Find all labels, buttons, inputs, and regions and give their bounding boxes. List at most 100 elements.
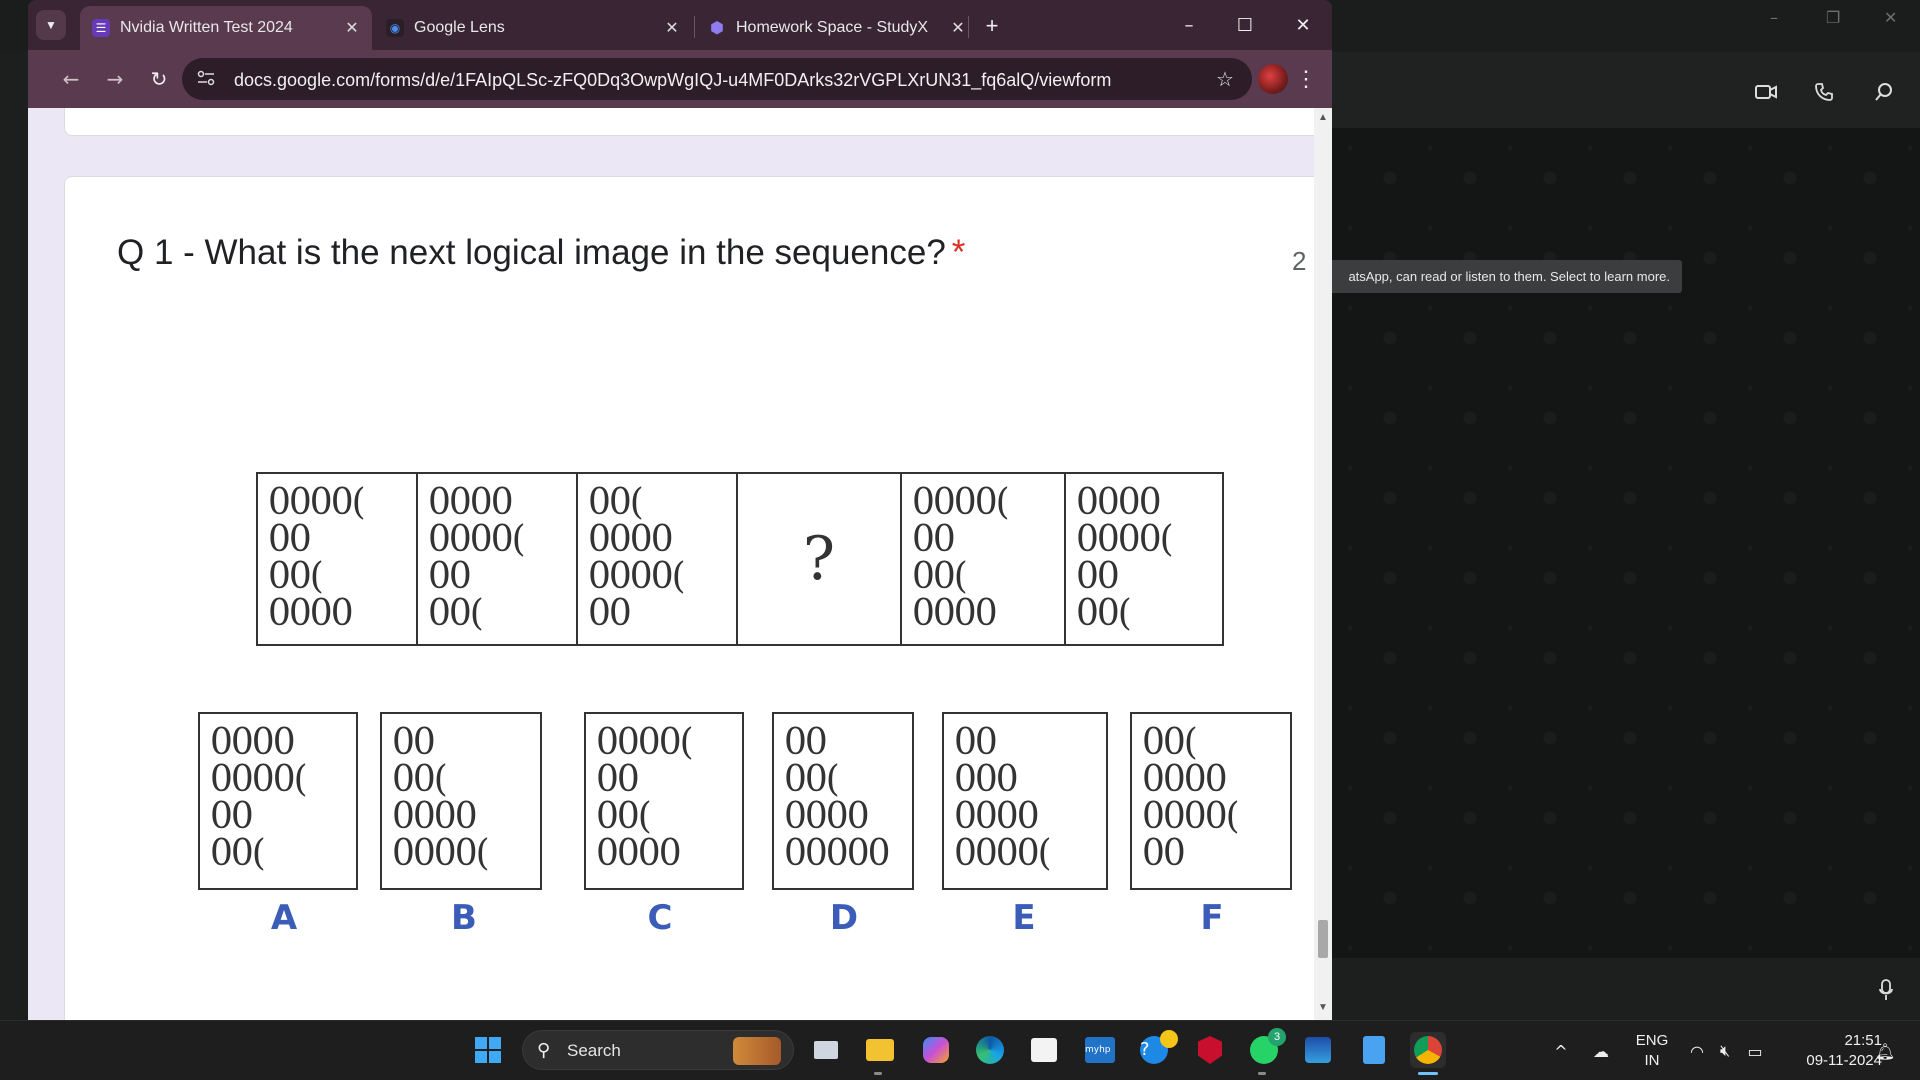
forward-arrow-icon[interactable]: → bbox=[100, 64, 130, 94]
whatsapp-minimize-icon[interactable]: – bbox=[1770, 8, 1778, 27]
clock-date[interactable]: 09-11-2024 bbox=[1782, 1052, 1882, 1069]
battery-icon[interactable]: ▭ bbox=[1744, 1040, 1766, 1062]
myhp-icon[interactable]: myhp bbox=[1082, 1032, 1118, 1068]
app-icon[interactable] bbox=[1300, 1032, 1336, 1068]
cell-pattern: 0000 0000( 00 00( bbox=[428, 482, 526, 634]
sequence-cell-6: 0000 0000( 00 00( bbox=[1064, 472, 1224, 646]
maximize-icon[interactable]: ☐ bbox=[1232, 12, 1258, 38]
cell-pattern: 0000( 00 00( 0000 bbox=[912, 482, 1010, 634]
tab-studyx[interactable]: ⬢ Homework Space - StudyX ✕ bbox=[696, 6, 978, 50]
option-f-box: 00( 0000 0000( 00 bbox=[1130, 712, 1292, 890]
tab-nvidia-written-test[interactable]: ☰ Nvidia Written Test 2024 ✕ bbox=[80, 6, 372, 50]
taskbar-search-box[interactable]: ⚲ Search bbox=[522, 1030, 794, 1070]
scrollbar-thumb[interactable] bbox=[1318, 920, 1328, 958]
tab-separator bbox=[968, 16, 969, 38]
sequence-cell-5: 0000( 00 00( 0000 bbox=[900, 472, 1066, 646]
taskbar bbox=[0, 1020, 1920, 1080]
option-d-box: 00 00( 0000 00000 bbox=[772, 712, 914, 890]
option-label-f: F bbox=[1200, 898, 1224, 938]
cell-pattern: 00( 0000 0000( 00 bbox=[588, 482, 686, 634]
windows-start-icon[interactable] bbox=[470, 1032, 506, 1068]
url-text[interactable]: docs.google.com/forms/d/e/1FAIpQLSc-zFQ0… bbox=[234, 70, 1111, 91]
onedrive-offline-icon[interactable]: ☁ bbox=[1590, 1040, 1612, 1062]
bookmark-star-icon[interactable]: ☆ bbox=[1212, 66, 1238, 92]
whatsapp-tooltip: atsApp, can read or listen to them. Sele… bbox=[1322, 260, 1682, 293]
notepad-icon[interactable] bbox=[1356, 1032, 1392, 1068]
google-forms-icon: ☰ bbox=[92, 19, 110, 37]
close-tab-icon[interactable]: ✕ bbox=[948, 18, 968, 38]
option-label-b: B bbox=[451, 898, 477, 938]
option-pattern: 00 00( 0000 0000( bbox=[392, 722, 490, 874]
new-tab-button[interactable]: + bbox=[978, 12, 1006, 40]
tab-title: Google Lens bbox=[414, 19, 505, 36]
option-b-box: 00 00( 0000 0000( bbox=[380, 712, 542, 890]
search-highlight-image bbox=[733, 1037, 781, 1065]
sequence-cell-1: 0000( 00 00( 0000 bbox=[256, 472, 418, 646]
wifi-icon[interactable]: ◠ bbox=[1686, 1040, 1708, 1062]
sequence-cell-2: 0000 0000( 00 00( bbox=[416, 472, 578, 646]
sequence-cell-missing: ? bbox=[736, 472, 902, 646]
scroll-up-icon[interactable]: ▲ bbox=[1316, 112, 1330, 126]
search-placeholder: Search bbox=[567, 1041, 621, 1060]
speaker-muted-icon[interactable]: 🔇︎ bbox=[1714, 1040, 1736, 1062]
close-icon[interactable]: ✕ bbox=[1290, 12, 1316, 38]
option-e-box: 00 000 0000 0000( bbox=[942, 712, 1108, 890]
previous-card bbox=[64, 108, 1332, 136]
kebab-menu-icon[interactable]: ⋮ bbox=[1295, 62, 1317, 96]
minimize-icon[interactable]: – bbox=[1176, 12, 1202, 38]
mcafee-icon[interactable] bbox=[1192, 1032, 1228, 1068]
whatsapp-close-icon[interactable]: ✕ bbox=[1884, 8, 1897, 27]
whatsapp-compose-bar bbox=[1330, 958, 1920, 1020]
tooltip-text: atsApp, can read or listen to them. Sele… bbox=[1348, 269, 1670, 284]
option-pattern: 00 00( 0000 00000 bbox=[784, 722, 891, 874]
tab-search-button[interactable]: ▼ bbox=[36, 10, 66, 40]
copilot-icon[interactable] bbox=[918, 1032, 954, 1068]
site-info-icon[interactable] bbox=[196, 69, 216, 89]
scroll-down-icon[interactable]: ▼ bbox=[1316, 1002, 1330, 1016]
region-indicator[interactable]: IN bbox=[1632, 1052, 1672, 1069]
file-explorer-icon[interactable] bbox=[862, 1032, 898, 1068]
page-scrollbar[interactable] bbox=[1314, 108, 1332, 1020]
clock-time[interactable]: 21:51 bbox=[1782, 1032, 1882, 1049]
profile-avatar[interactable] bbox=[1258, 64, 1288, 94]
option-pattern: 0000 0000( 00 00( bbox=[210, 722, 308, 874]
whatsapp-sidebar-rail bbox=[0, 52, 30, 1020]
close-tab-icon[interactable]: ✕ bbox=[662, 18, 682, 38]
task-view-icon[interactable] bbox=[808, 1032, 844, 1068]
voice-call-icon[interactable] bbox=[1806, 74, 1842, 110]
form-page: Q 1 - What is the next logical image in … bbox=[28, 108, 1332, 1020]
search-icon[interactable] bbox=[1866, 74, 1902, 110]
question-points: 2 bbox=[1292, 246, 1307, 276]
chrome-window: ▼ ☰ Nvidia Written Test 2024 ✕ ◉ Google … bbox=[28, 0, 1332, 1020]
chrome-taskbar-icon[interactable] bbox=[1410, 1032, 1446, 1068]
cell-pattern: 0000 0000( 00 00( bbox=[1076, 482, 1174, 634]
required-asterisk: * bbox=[951, 233, 966, 272]
edge-browser-icon[interactable] bbox=[972, 1032, 1008, 1068]
language-indicator[interactable]: ENG bbox=[1632, 1032, 1672, 1049]
sequence-cell-3: 00( 0000 0000( 00 bbox=[576, 472, 738, 646]
running-indicator bbox=[874, 1072, 882, 1075]
option-pattern: 00 000 0000 0000( bbox=[954, 722, 1052, 874]
whatsapp-restore-icon[interactable]: ❐ bbox=[1826, 8, 1840, 27]
reload-icon[interactable]: ↻ bbox=[144, 64, 174, 94]
running-indicator bbox=[1258, 1072, 1266, 1075]
option-pattern: 0000( 00 00( 0000 bbox=[596, 722, 694, 874]
studyx-icon: ⬢ bbox=[710, 20, 724, 37]
address-bar[interactable]: docs.google.com/forms/d/e/1FAIpQLSc-zFQ0… bbox=[182, 58, 1252, 100]
microphone-icon[interactable] bbox=[1868, 972, 1904, 1008]
close-tab-icon[interactable]: ✕ bbox=[342, 18, 362, 38]
question-title: Q 1 - What is the next logical image in … bbox=[117, 233, 965, 273]
option-label-c: C bbox=[647, 898, 673, 938]
option-c-box: 0000( 00 00( 0000 bbox=[584, 712, 744, 890]
microsoft-store-icon[interactable] bbox=[1026, 1032, 1062, 1068]
tab-separator bbox=[694, 16, 695, 38]
back-arrow-icon[interactable]: ← bbox=[56, 64, 86, 94]
notification-dot bbox=[1160, 1030, 1178, 1048]
tab-title: Homework Space - StudyX bbox=[736, 19, 929, 36]
chevron-up-icon[interactable]: ^ bbox=[1550, 1040, 1572, 1062]
video-call-icon[interactable] bbox=[1748, 74, 1784, 110]
question-text: Q 1 - What is the next logical image in … bbox=[117, 233, 946, 272]
notification-bell-icon[interactable]: 🔔︎ bbox=[1874, 1040, 1896, 1062]
tab-google-lens[interactable]: ◉ Google Lens ✕ bbox=[374, 6, 692, 50]
option-label-d: D bbox=[829, 898, 859, 938]
